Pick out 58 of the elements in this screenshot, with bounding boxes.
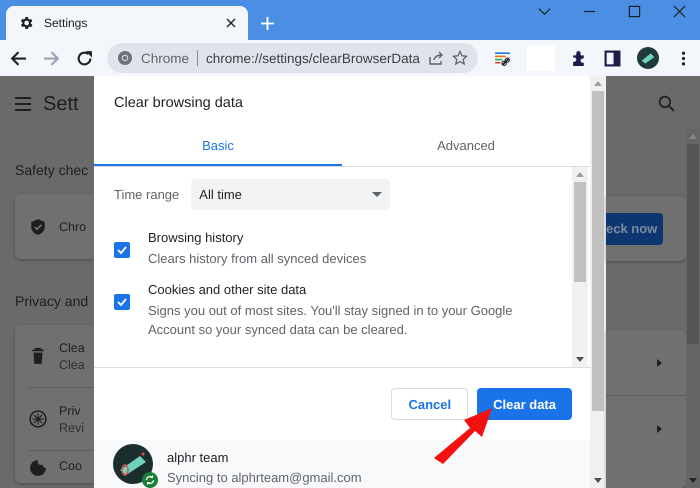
cancel-button[interactable]: Cancel xyxy=(391,388,468,420)
extension-icon[interactable] xyxy=(494,50,511,66)
row-subtitle: Clea xyxy=(59,358,85,372)
check-icon xyxy=(116,244,128,256)
caret-right-icon[interactable] xyxy=(657,358,662,366)
search-icon[interactable] xyxy=(658,95,675,112)
account-name: alphr team xyxy=(167,450,230,464)
tab-title: Settings xyxy=(44,16,88,30)
close-icon[interactable] xyxy=(226,18,236,28)
url-text: chrome://settings/clearBrowserData xyxy=(206,50,420,66)
section-heading: Privacy and xyxy=(15,293,90,309)
checkbox[interactable] xyxy=(114,242,130,258)
shield-check-icon xyxy=(29,218,47,236)
time-range-dropdown[interactable]: All time xyxy=(191,179,390,210)
scrollbar[interactable] xyxy=(572,167,588,367)
time-range-label: Time range xyxy=(114,187,180,202)
dropdown-caret-icon xyxy=(372,192,382,197)
gear-icon xyxy=(18,15,34,31)
profile-avatar-icon[interactable] xyxy=(636,47,659,69)
new-tab-icon[interactable] xyxy=(261,17,274,30)
row-title[interactable]: Priv xyxy=(59,404,84,418)
compass-icon xyxy=(29,410,47,428)
scroll-down-arrow-icon[interactable] xyxy=(594,478,602,483)
chrome-logo-icon xyxy=(117,50,133,66)
dialog-tab[interactable]: Advanced xyxy=(342,126,590,166)
caret-right-icon[interactable] xyxy=(657,424,662,432)
site-label: Chrome xyxy=(141,50,190,66)
card-text: Chro xyxy=(59,220,86,234)
check-now-button[interactable]: eck now xyxy=(606,212,664,244)
row-title[interactable]: Clea xyxy=(59,340,85,354)
sync-status: Syncing to alphrteam@gmail.com xyxy=(167,470,362,484)
option-description: Clears history from all synced devices xyxy=(148,250,368,268)
maximize-icon[interactable] xyxy=(628,5,641,18)
scroll-down-arrow-icon[interactable] xyxy=(576,357,584,362)
dialog-title: Clear browsing data xyxy=(113,94,244,111)
option-title: Browsing history xyxy=(148,230,244,245)
scroll-down-arrow-icon[interactable] xyxy=(689,478,697,483)
section-heading: Safety chec xyxy=(15,162,90,178)
profile-avatar-icon xyxy=(113,444,153,484)
row-subtitle: Revi xyxy=(59,420,84,434)
dialog-tab[interactable]: Basic xyxy=(94,126,342,166)
side-panel-icon[interactable] xyxy=(604,50,621,66)
back-arrow-icon[interactable] xyxy=(10,50,27,66)
option-title: Cookies and other site data xyxy=(148,282,308,297)
cookie-icon xyxy=(29,459,47,477)
checkbox[interactable] xyxy=(114,294,130,310)
share-icon[interactable] xyxy=(428,50,444,66)
scrollbar[interactable] xyxy=(590,76,606,488)
option-description: Signs you out of most sites. You'll stay signed in to your Google Account so your synced data can be cleared. xyxy=(148,302,514,339)
star-icon[interactable] xyxy=(452,50,468,66)
check-icon xyxy=(116,296,128,308)
row-title[interactable]: Coo xyxy=(59,459,82,473)
scrollbar[interactable] xyxy=(686,129,700,488)
page-title: Sett xyxy=(43,92,79,116)
address-bar[interactable]: Chrome chrome://settings/clearBrowserData xyxy=(107,43,478,73)
reload-icon[interactable] xyxy=(76,50,93,66)
clear-data-button[interactable]: Clear data xyxy=(477,388,572,420)
browser-tab[interactable]: Settings xyxy=(6,6,248,40)
